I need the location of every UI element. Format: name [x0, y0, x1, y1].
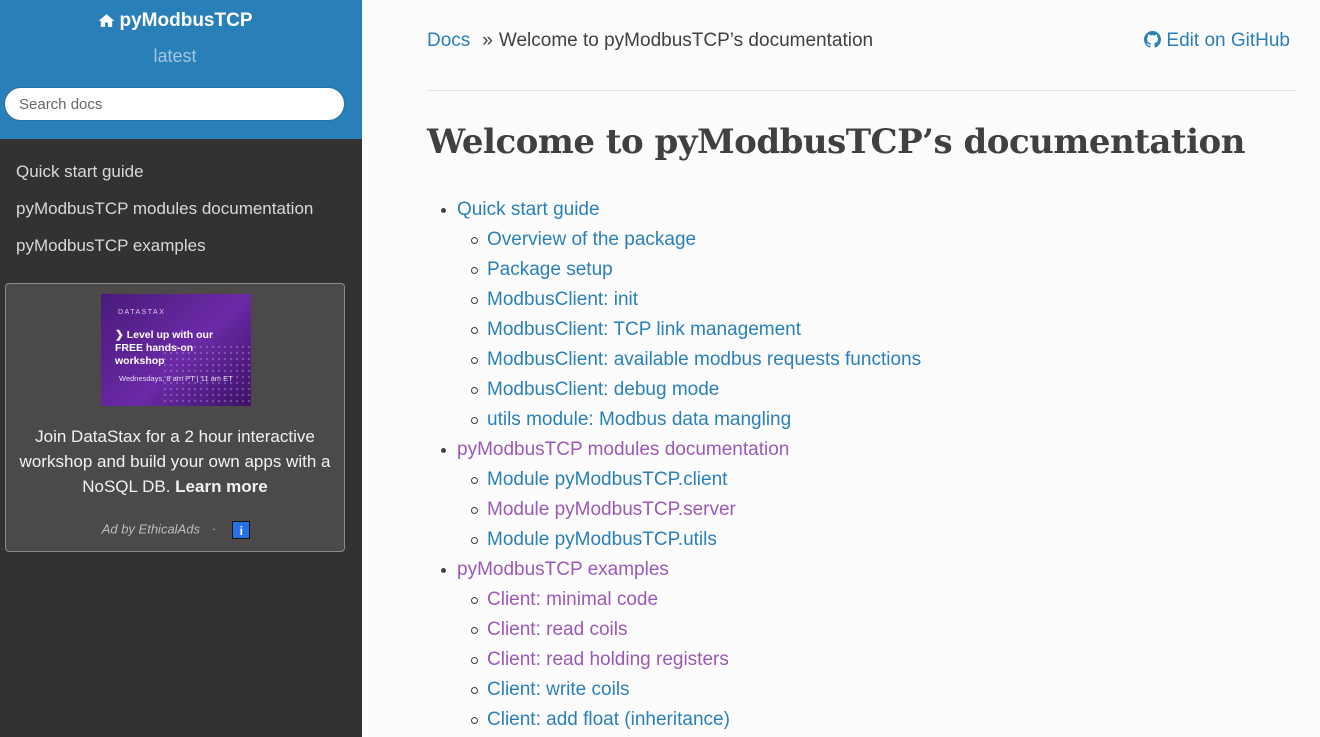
toc-item: ModbusClient: available modbus requests … [427, 345, 1307, 375]
info-icon[interactable]: i [232, 521, 251, 539]
breadcrumb-separator: » [482, 30, 493, 51]
toc-item: Client: write coils [427, 675, 1307, 705]
project-name: pyModbusTCP [119, 10, 253, 31]
toc-link-tcp-link[interactable]: ModbusClient: TCP link management [487, 319, 801, 340]
ad-image-brand: DATASTAX [118, 309, 166, 316]
toc-link-minimal-code[interactable]: Client: minimal code [487, 589, 658, 610]
toc-link-examples[interactable]: pyModbusTCP examples [457, 559, 669, 580]
ad-attribution: Ad by EthicalAds · i [6, 521, 346, 539]
toc-link-overview[interactable]: Overview of the package [487, 229, 696, 250]
toc-item: Client: add float (inheritance) [427, 705, 1307, 735]
ad-image[interactable]: DATASTAX ❯ Level up with our FREE hands-… [101, 294, 251, 406]
toc-link-client-init[interactable]: ModbusClient: init [487, 289, 638, 310]
toc-link-debug-mode[interactable]: ModbusClient: debug mode [487, 379, 719, 400]
ad-by-ethicalads-link[interactable]: Ad by EthicalAds [102, 521, 200, 536]
toc-link-modules-docs[interactable]: pyModbusTCP modules documentation [457, 439, 789, 460]
toc-item: Module pyModbusTCP.client [427, 465, 1307, 495]
sidebar-nav: Quick start guide pyModbusTCP modules do… [16, 158, 313, 269]
ad-image-pattern [162, 344, 251, 406]
page-title: Welcome to pyModbusTCP’s documentation [427, 122, 1245, 162]
toc-item: Quick start guide [427, 195, 1307, 225]
ethical-ad: DATASTAX ❯ Level up with our FREE hands-… [5, 283, 345, 552]
sidebar: pyModbusTCP latest Quick start guide pyM… [0, 0, 362, 737]
toc-link-package-setup[interactable]: Package setup [487, 259, 613, 280]
toc-item: Client: read coils [427, 615, 1307, 645]
toc-item: Module pyModbusTCP.server [427, 495, 1307, 525]
breadcrumb: Docs » Welcome to pyModbusTCP’s documentat… [427, 30, 873, 52]
ad-text: Join DataStax for a 2 hour interactive w… [14, 424, 336, 499]
toc-link-module-utils[interactable]: Module pyModbusTCP.utils [487, 529, 717, 550]
version-label: latest [153, 46, 197, 66]
sidebar-item-quick-start[interactable]: Quick start guide [16, 158, 313, 195]
toc-link-write-coils[interactable]: Client: write coils [487, 679, 630, 700]
toc-link-read-holding-registers[interactable]: Client: read holding registers [487, 649, 729, 670]
breadcrumb-current: Welcome to pyModbusTCP’s documentation [498, 30, 874, 51]
breadcrumb-docs-link[interactable]: Docs [427, 30, 470, 51]
home-icon [98, 14, 114, 27]
sidebar-item-modules[interactable]: pyModbusTCP modules documentation [16, 195, 313, 232]
toc-item: pyModbusTCP examples [427, 555, 1307, 585]
toc-item: pyModbusTCP modules documentation [427, 435, 1307, 465]
toc-item: ModbusClient: debug mode [427, 375, 1307, 405]
github-icon [1144, 31, 1162, 48]
toc-item: Module pyModbusTCP.utils [427, 525, 1307, 555]
edit-on-github-label: Edit on GitHub [1166, 30, 1290, 51]
toc-link-utils-module[interactable]: utils module: Modbus data mangling [487, 409, 791, 430]
toc-item: Client: minimal code [427, 585, 1307, 615]
toc-item: ModbusClient: init [427, 285, 1307, 315]
sidebar-item-examples[interactable]: pyModbusTCP examples [16, 232, 313, 269]
toc-link-module-server[interactable]: Module pyModbusTCP.server [487, 499, 736, 520]
toc-link-add-float[interactable]: Client: add float (inheritance) [487, 709, 730, 730]
toc-item: ModbusClient: TCP link management [427, 315, 1307, 345]
ad-separator: · [211, 521, 217, 537]
toc-link-quick-start[interactable]: Quick start guide [457, 199, 600, 220]
toc-tree: Quick start guide Overview of the packag… [427, 195, 1307, 735]
toc-link-requests-functions[interactable]: ModbusClient: available modbus requests … [487, 349, 921, 370]
header-divider [427, 90, 1297, 91]
project-home-link[interactable]: pyModbusTCP [0, 10, 350, 32]
search-input[interactable] [4, 87, 345, 121]
edit-on-github-link[interactable]: Edit on GitHub [1144, 30, 1290, 52]
toc-link-module-client[interactable]: Module pyModbusTCP.client [487, 469, 727, 490]
toc-link-read-coils[interactable]: Client: read coils [487, 619, 627, 640]
toc-item: Package setup [427, 255, 1307, 285]
toc-item: utils module: Modbus data mangling [427, 405, 1307, 435]
toc-item: Overview of the package [427, 225, 1307, 255]
sidebar-header: pyModbusTCP latest [0, 0, 362, 139]
toc-item: Client: read holding registers [427, 645, 1307, 675]
ad-learn-more-link[interactable]: Learn more [175, 477, 268, 496]
